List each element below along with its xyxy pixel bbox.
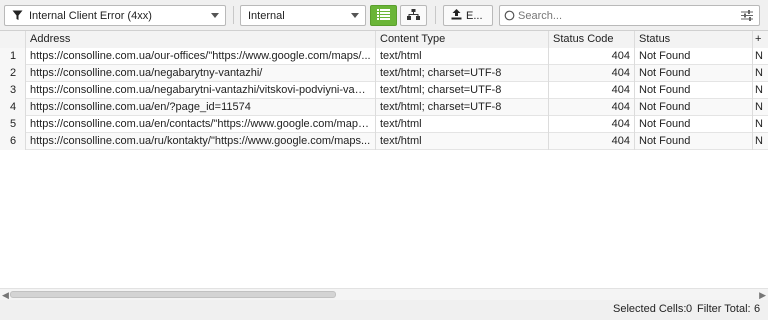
column-header-status[interactable]: Status bbox=[635, 31, 753, 48]
row-number: 2 bbox=[0, 65, 26, 82]
status-code-cell[interactable]: 404 bbox=[549, 133, 635, 150]
search-settings-icon[interactable] bbox=[741, 10, 753, 24]
content-type-cell[interactable]: text/html bbox=[376, 48, 549, 65]
status-code-cell[interactable]: 404 bbox=[549, 48, 635, 65]
row-number-header bbox=[0, 31, 26, 48]
tree-icon bbox=[407, 8, 420, 23]
table-row[interactable]: 1 https://consolline.com.ua/our-offices/… bbox=[0, 48, 768, 65]
export-button[interactable]: E... bbox=[443, 5, 493, 26]
tree-view-button[interactable] bbox=[400, 5, 427, 26]
truncated-cell[interactable]: N bbox=[753, 133, 768, 150]
status-cell[interactable]: Not Found bbox=[635, 48, 753, 65]
row-number: 3 bbox=[0, 82, 26, 99]
scrollbar-thumb[interactable] bbox=[10, 291, 336, 298]
selected-cells-value: 0 bbox=[686, 303, 693, 315]
column-header-address[interactable]: Address bbox=[26, 31, 376, 48]
status-cell[interactable]: Not Found bbox=[635, 116, 753, 133]
content-type-cell[interactable]: text/html; charset=UTF-8 bbox=[376, 82, 549, 99]
filter-total-value: 6 bbox=[754, 303, 761, 315]
horizontal-scrollbar[interactable]: ◀ ▶ bbox=[0, 288, 768, 300]
address-cell[interactable]: https://consolline.com.ua/negabarytni-va… bbox=[26, 82, 376, 99]
status-code-cell[interactable]: 404 bbox=[549, 65, 635, 82]
filter-icon bbox=[12, 10, 23, 24]
status-code-cell[interactable]: 404 bbox=[549, 99, 635, 116]
chevron-down-icon bbox=[211, 13, 219, 18]
address-cell[interactable]: https://consolline.com.ua/our-offices/"h… bbox=[26, 48, 376, 65]
status-code-cell[interactable]: 404 bbox=[549, 116, 635, 133]
list-view-button[interactable] bbox=[370, 5, 397, 26]
truncated-cell[interactable]: N bbox=[753, 82, 768, 99]
search-input[interactable] bbox=[518, 8, 718, 23]
table-row[interactable]: 3 https://consolline.com.ua/negabarytni-… bbox=[0, 82, 768, 99]
search-icon bbox=[504, 10, 515, 24]
column-header-content-type[interactable]: Content Type bbox=[376, 31, 549, 48]
table-row[interactable]: 6 https://consolline.com.ua/ru/kontakty/… bbox=[0, 133, 768, 150]
add-column-button[interactable]: + bbox=[753, 31, 768, 48]
table-row[interactable]: 2 https://consolline.com.ua/negabarytny-… bbox=[0, 65, 768, 82]
toolbar: Internal Client Error (4xx) Internal E..… bbox=[0, 0, 768, 30]
toolbar-divider bbox=[233, 6, 234, 24]
row-number: 1 bbox=[0, 48, 26, 65]
content-type-cell[interactable]: text/html bbox=[376, 116, 549, 133]
filter-dropdown[interactable]: Internal Client Error (4xx) bbox=[4, 5, 226, 26]
status-cell[interactable]: Not Found bbox=[635, 133, 753, 150]
scope-dropdown-value: Internal bbox=[248, 9, 285, 22]
content-type-cell[interactable]: text/html; charset=UTF-8 bbox=[376, 99, 549, 116]
search-box bbox=[499, 5, 760, 26]
chevron-down-icon bbox=[351, 13, 359, 18]
status-cell[interactable]: Not Found bbox=[635, 65, 753, 82]
address-cell[interactable]: https://consolline.com.ua/en/contacts/"h… bbox=[26, 116, 376, 133]
row-number: 6 bbox=[0, 133, 26, 150]
table-row[interactable]: 5 https://consolline.com.ua/en/contacts/… bbox=[0, 116, 768, 133]
status-cell[interactable]: Not Found bbox=[635, 99, 753, 116]
column-header-status-code[interactable]: Status Code bbox=[549, 31, 635, 48]
scope-dropdown[interactable]: Internal bbox=[240, 5, 366, 26]
content-type-cell[interactable]: text/html; charset=UTF-8 bbox=[376, 65, 549, 82]
row-number: 4 bbox=[0, 99, 26, 116]
export-icon bbox=[451, 8, 462, 23]
truncated-cell[interactable]: N bbox=[753, 65, 768, 82]
filter-dropdown-value: Internal Client Error (4xx) bbox=[29, 9, 152, 22]
selected-cells-label: Selected Cells: bbox=[613, 303, 687, 315]
export-button-label: E... bbox=[466, 9, 483, 22]
table-header-row: Address Content Type Status Code Status … bbox=[0, 31, 768, 48]
scroll-left-icon[interactable]: ◀ bbox=[2, 291, 9, 300]
truncated-cell[interactable]: N bbox=[753, 48, 768, 65]
toolbar-divider bbox=[435, 6, 436, 24]
row-number: 5 bbox=[0, 116, 26, 133]
status-bar: Selected Cells: 0 Filter Total: 6 bbox=[0, 300, 768, 320]
filter-total-label: Filter Total: bbox=[697, 303, 751, 315]
address-cell[interactable]: https://consolline.com.ua/en/?page_id=11… bbox=[26, 99, 376, 116]
results-table: Address Content Type Status Code Status … bbox=[0, 30, 768, 288]
truncated-cell[interactable]: N bbox=[753, 116, 768, 133]
list-icon bbox=[377, 8, 390, 23]
status-code-cell[interactable]: 404 bbox=[549, 82, 635, 99]
content-type-cell[interactable]: text/html bbox=[376, 133, 549, 150]
address-cell[interactable]: https://consolline.com.ua/negabarytny-va… bbox=[26, 65, 376, 82]
status-cell[interactable]: Not Found bbox=[635, 82, 753, 99]
scroll-right-icon[interactable]: ▶ bbox=[759, 291, 766, 300]
address-cell[interactable]: https://consolline.com.ua/ru/kontakty/"h… bbox=[26, 133, 376, 150]
truncated-cell[interactable]: N bbox=[753, 99, 768, 116]
table-row[interactable]: 4 https://consolline.com.ua/en/?page_id=… bbox=[0, 99, 768, 116]
